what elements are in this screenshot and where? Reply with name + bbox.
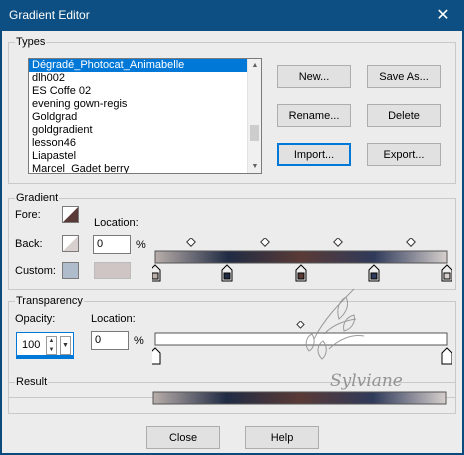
scroll-down-icon[interactable]: ▼: [248, 160, 261, 173]
list-item[interactable]: Dégradé_Photocat_Animabelle: [29, 59, 261, 72]
spin-buttons-icon[interactable]: ▲ ▼: [46, 336, 57, 355]
transparency-location-label: Location:: [91, 313, 136, 325]
back-label: Back:: [15, 238, 43, 250]
opacity-slider-bar[interactable]: [17, 355, 73, 358]
window-title: Gradient Editor: [9, 8, 90, 22]
transparency-label: Transparency: [15, 295, 84, 307]
opacity-spinner[interactable]: 100 ▲ ▼ ▼: [16, 332, 74, 359]
list-item[interactable]: Marcel_Gadet berry: [29, 163, 261, 173]
midpoint-diamonds[interactable]: [186, 238, 416, 247]
list-item[interactable]: lesson46: [29, 137, 261, 150]
result-preview: [152, 391, 447, 405]
gradient-ramp-editor[interactable]: [152, 238, 452, 288]
custom-color-swatch[interactable]: [62, 262, 79, 279]
transparency-midpoint-diamond: [296, 321, 305, 329]
fore-color-swatch[interactable]: [62, 206, 79, 223]
list-item[interactable]: Liapastel: [29, 150, 261, 163]
gradient-listbox[interactable]: Dégradé_Photocat_Animabelle dlh002 ES Coff…: [28, 58, 262, 174]
dialog-client: Types Dégradé_Photocat_Animabelle dlh002 E…: [2, 31, 462, 453]
gradient-list: Dégradé_Photocat_Animabelle dlh002 ES Coff…: [29, 59, 261, 173]
import-button[interactable]: Import...: [277, 143, 351, 166]
list-item[interactable]: dlh002: [29, 72, 261, 85]
opacity-stop-left: [152, 347, 161, 365]
new-button[interactable]: New...: [277, 65, 351, 88]
scroll-thumb[interactable]: [250, 125, 259, 141]
list-item[interactable]: goldgradient: [29, 124, 261, 137]
gradient-percent-label: %: [136, 239, 146, 251]
gradient-location-input[interactable]: 0: [93, 235, 131, 254]
close-button[interactable]: Close: [146, 426, 220, 449]
list-item[interactable]: Goldgrad: [29, 111, 261, 124]
scroll-up-icon[interactable]: ▲: [248, 59, 261, 72]
close-icon[interactable]: ✕: [428, 2, 458, 28]
opacity-label: Opacity:: [15, 313, 56, 325]
title-bar: Gradient Editor ✕: [0, 0, 464, 31]
color-stop-markers[interactable]: [152, 264, 452, 282]
transparency-location-input[interactable]: 0: [91, 331, 129, 350]
result-label: Result: [15, 376, 49, 388]
fore-label: Fore:: [15, 209, 41, 221]
rename-button[interactable]: Rename...: [277, 104, 351, 127]
list-scrollbar[interactable]: ▲ ▼: [247, 59, 261, 173]
opacity-input[interactable]: 100: [22, 339, 40, 351]
export-button[interactable]: Export...: [367, 143, 441, 166]
signature-text: Sylviane: [330, 371, 403, 391]
dropdown-arrow-icon[interactable]: ▼: [60, 336, 71, 355]
back-color-swatch[interactable]: [62, 235, 79, 252]
delete-button[interactable]: Delete: [367, 104, 441, 127]
transparency-ramp-editor[interactable]: [152, 321, 452, 369]
opacity-stop-right: [441, 347, 452, 365]
save-as-button[interactable]: Save As...: [367, 65, 441, 88]
custom-preview-swatch: [94, 262, 131, 279]
help-button[interactable]: Help: [245, 426, 319, 449]
types-label: Types: [15, 36, 47, 48]
list-item[interactable]: evening gown-regis: [29, 98, 261, 111]
gradient-label: Gradient: [15, 192, 60, 204]
transparency-percent-label: %: [134, 335, 144, 347]
custom-label: Custom:: [15, 265, 56, 277]
gradient-location-label: Location:: [94, 217, 139, 229]
list-item[interactable]: ES Coffe 02: [29, 85, 261, 98]
